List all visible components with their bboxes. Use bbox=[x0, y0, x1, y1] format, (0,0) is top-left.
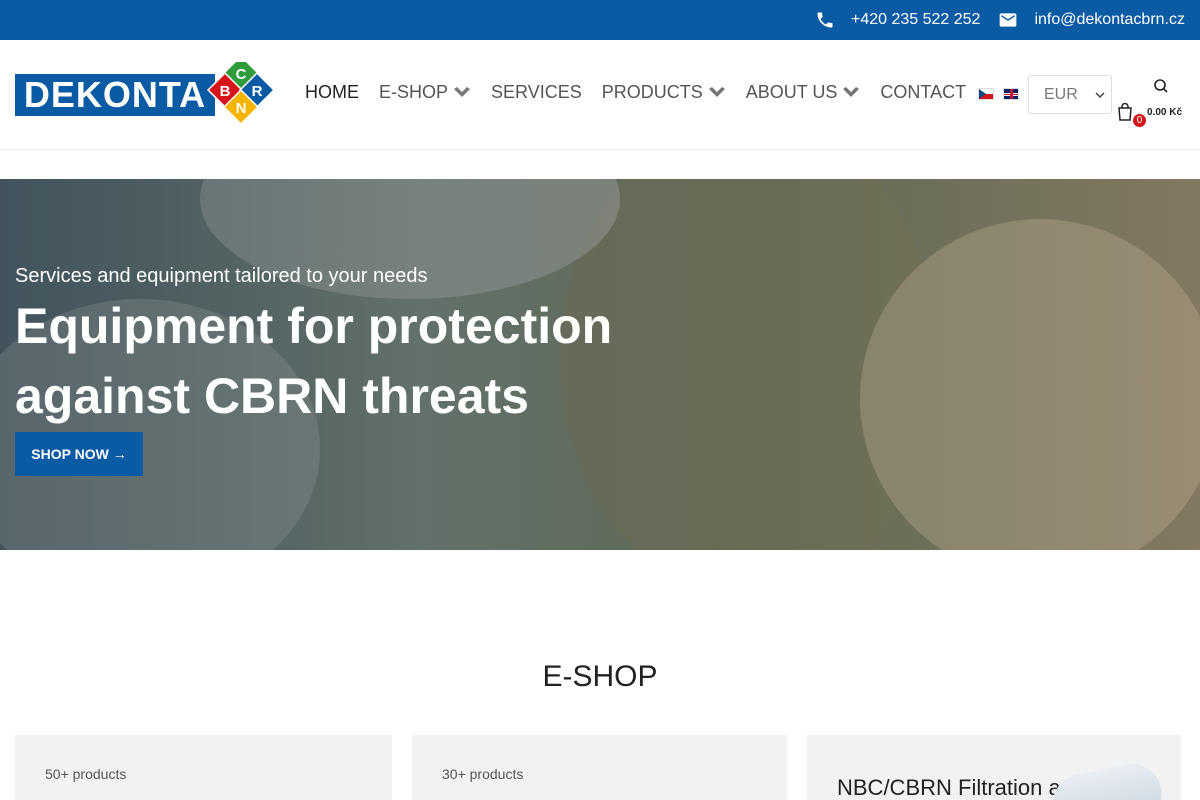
chevron-down-icon bbox=[454, 86, 471, 97]
logo-cbrn-diamonds: C B R N bbox=[207, 62, 276, 126]
card-title: NBC/CBRN Filtration and bbox=[837, 775, 1086, 800]
hero-banner: Services and equipment tailored to your … bbox=[0, 179, 1200, 550]
chevron-down-icon bbox=[708, 86, 725, 97]
mail-icon bbox=[1000, 13, 1017, 27]
email-address[interactable]: info@dekontacbrn.cz bbox=[1034, 11, 1185, 29]
en-flag-icon[interactable] bbox=[1003, 88, 1019, 100]
logo[interactable]: DEKONTA C B R N bbox=[15, 62, 277, 128]
cart[interactable]: 0 0.00 Kč bbox=[1117, 103, 1187, 131]
email-contact[interactable]: info@dekontacbrn.cz bbox=[998, 10, 1185, 30]
shopping-bag-icon bbox=[1118, 103, 1132, 121]
chevron-down-icon bbox=[1095, 92, 1105, 99]
card-product-image bbox=[1046, 758, 1168, 800]
nav-item-home[interactable]: HOME bbox=[305, 82, 359, 103]
logo-letter-c: C bbox=[236, 66, 247, 83]
phone-number[interactable]: +420 235 522 252 bbox=[851, 11, 980, 29]
eshop-card[interactable]: 30+ products bbox=[412, 735, 787, 800]
nav-item-services[interactable]: SERVICES bbox=[491, 82, 582, 103]
language-switcher bbox=[978, 88, 1028, 100]
phone-contact[interactable]: +420 235 522 252 bbox=[815, 10, 980, 30]
search-icon[interactable] bbox=[1153, 78, 1169, 94]
hero-title: Equipment for protection against CBRN th… bbox=[15, 298, 613, 424]
nav-item-eshop[interactable]: E-SHOP bbox=[379, 82, 471, 103]
logo-letter-b: B bbox=[220, 83, 231, 100]
cz-flag-icon[interactable] bbox=[978, 88, 994, 100]
card-product-count: 50+ products bbox=[45, 766, 127, 782]
currency-select[interactable]: EUR bbox=[1028, 75, 1112, 114]
nav-item-contact[interactable]: CONTACT bbox=[880, 82, 966, 103]
phone-icon bbox=[817, 12, 833, 28]
eshop-card[interactable]: NBC/CBRN Filtration and bbox=[807, 735, 1181, 800]
cart-count-badge: 0 bbox=[1133, 114, 1146, 127]
nav-item-products[interactable]: PRODUCTS bbox=[602, 82, 726, 103]
eshop-card[interactable]: 50+ products bbox=[15, 735, 392, 800]
main-header: DEKONTA C B R N HOME E-SHOP SERVICES PRO… bbox=[0, 40, 1200, 150]
logo-wordmark: DEKONTA bbox=[15, 74, 215, 116]
section-title: E-SHOP bbox=[542, 660, 658, 693]
card-product-count: 30+ products bbox=[442, 766, 524, 782]
top-contact-bar: +420 235 522 252 info@dekontacbrn.cz bbox=[0, 0, 1200, 40]
nav-item-about-us[interactable]: ABOUT US bbox=[746, 82, 861, 103]
chevron-down-icon bbox=[843, 86, 860, 97]
hero-subtitle: Services and equipment tailored to your … bbox=[15, 265, 428, 287]
main-nav: HOME E-SHOP SERVICES PRODUCTS ABOUT US C… bbox=[305, 82, 986, 103]
logo-letter-n: N bbox=[236, 100, 247, 117]
logo-letter-r: R bbox=[252, 83, 263, 100]
cart-total: 0.00 Kč bbox=[1147, 107, 1183, 118]
shop-now-button[interactable]: SHOP NOW → bbox=[15, 432, 143, 476]
currency-selected: EUR bbox=[1044, 85, 1078, 103]
